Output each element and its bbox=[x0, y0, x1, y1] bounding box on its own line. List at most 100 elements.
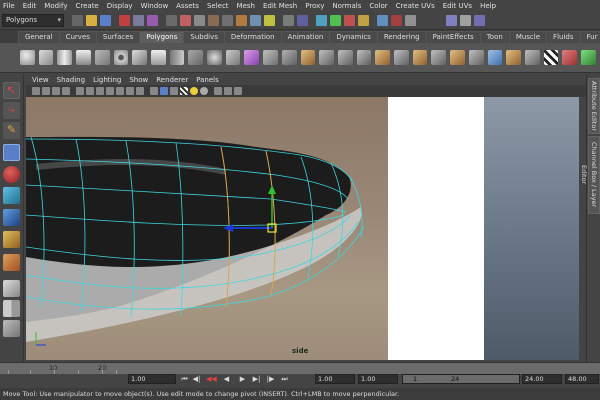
save-scene-icon[interactable] bbox=[100, 14, 111, 26]
menu-display[interactable]: Display bbox=[107, 2, 133, 10]
shelf-tab-fluids[interactable]: Fluids bbox=[546, 31, 581, 43]
panel-menu-view[interactable]: View bbox=[32, 76, 49, 84]
play-forwards-icon[interactable]: ▶ bbox=[238, 375, 247, 384]
wireframe-icon[interactable] bbox=[150, 87, 158, 95]
open-scene-icon[interactable] bbox=[86, 14, 97, 26]
offset-edge-loop-icon[interactable] bbox=[506, 50, 521, 65]
select-by-rendering-icon[interactable] bbox=[250, 14, 261, 26]
menu-mesh[interactable]: Mesh bbox=[237, 2, 255, 10]
use-all-lights-icon[interactable] bbox=[190, 87, 198, 95]
menu-modify[interactable]: Modify bbox=[44, 2, 67, 10]
snap-to-grid-icon[interactable] bbox=[316, 14, 327, 26]
soccer-ball-icon[interactable] bbox=[207, 50, 222, 65]
shelf-tab-curves[interactable]: Curves bbox=[58, 31, 97, 43]
append-polygon-icon[interactable] bbox=[450, 50, 465, 65]
show-hide-attribute-editor-icon[interactable] bbox=[446, 14, 457, 26]
show-manipulator-tool-icon[interactable] bbox=[3, 254, 20, 271]
boolean-intersection-icon[interactable] bbox=[356, 50, 372, 65]
layout-persp-outliner-icon[interactable] bbox=[3, 320, 20, 337]
shelf-tab-rendering[interactable]: Rendering bbox=[376, 31, 427, 43]
poly-helix-icon[interactable] bbox=[188, 50, 204, 65]
smooth-shade-icon[interactable] bbox=[160, 87, 168, 95]
menu-edit-uvs[interactable]: Edit UVs bbox=[443, 2, 472, 10]
panel-menu-show[interactable]: Show bbox=[129, 76, 148, 84]
shelf-tab-deformation[interactable]: Deformation bbox=[223, 31, 282, 43]
scale-tool-icon[interactable] bbox=[3, 187, 20, 204]
ipr-render-icon[interactable] bbox=[391, 14, 402, 26]
select-by-surface-icon[interactable] bbox=[208, 14, 219, 26]
gate-mask-icon[interactable] bbox=[106, 87, 114, 95]
render-current-frame-icon[interactable] bbox=[377, 14, 388, 26]
universal-manipulator-icon[interactable] bbox=[3, 209, 20, 226]
playback-start-field[interactable]: 1.00 bbox=[358, 374, 398, 384]
bookmarks-icon[interactable] bbox=[52, 87, 60, 95]
select-by-dynamic-icon[interactable] bbox=[236, 14, 247, 26]
play-backwards-icon[interactable]: ◀ bbox=[222, 375, 231, 384]
shadows-icon[interactable] bbox=[200, 87, 208, 95]
snap-to-curve-icon[interactable] bbox=[330, 14, 341, 26]
resolution-gate-icon[interactable] bbox=[96, 87, 104, 95]
poly-cone-icon[interactable] bbox=[76, 50, 91, 65]
paint-select-tool-icon[interactable]: ✎ bbox=[3, 122, 20, 139]
select-by-handle-icon[interactable] bbox=[166, 14, 177, 26]
camera-attributes-icon[interactable] bbox=[42, 87, 50, 95]
step-back-key-icon[interactable]: ◀| bbox=[192, 375, 201, 384]
select-tool-icon[interactable]: ↖ bbox=[3, 82, 20, 99]
boolean-union-icon[interactable] bbox=[319, 50, 334, 65]
poly-cube-icon[interactable] bbox=[38, 50, 54, 65]
poly-pipe-icon[interactable] bbox=[169, 50, 185, 65]
move-tool-icon[interactable] bbox=[3, 144, 20, 161]
menu-edit[interactable]: Edit bbox=[23, 2, 37, 10]
select-by-joint-icon[interactable] bbox=[180, 14, 191, 26]
select-component-icon[interactable] bbox=[147, 14, 158, 26]
rotate-tool-icon[interactable] bbox=[3, 166, 20, 183]
isolate-select-icon[interactable] bbox=[224, 87, 232, 95]
select-by-misc-icon[interactable] bbox=[264, 14, 275, 26]
poly-pyramid-icon[interactable] bbox=[150, 50, 166, 65]
select-by-deformation-icon[interactable] bbox=[222, 14, 233, 26]
bevel-icon[interactable] bbox=[524, 50, 540, 65]
playback-end-field[interactable]: 24.00 bbox=[522, 374, 562, 384]
safe-title-icon[interactable] bbox=[136, 87, 144, 95]
show-hide-channel-box-icon[interactable] bbox=[474, 14, 485, 26]
poly-plane-icon[interactable] bbox=[94, 50, 110, 65]
poly-prism-icon[interactable] bbox=[132, 50, 147, 65]
step-back-frame-icon[interactable]: ◀◀ bbox=[206, 375, 217, 384]
bridge-icon[interactable] bbox=[431, 50, 447, 65]
layout-single-pane-icon[interactable] bbox=[3, 280, 20, 297]
menu-set-dropdown[interactable]: Polygons bbox=[2, 13, 64, 27]
safe-action-icon[interactable] bbox=[126, 87, 134, 95]
select-object-icon[interactable] bbox=[133, 14, 144, 26]
poly-sphere-icon[interactable] bbox=[20, 50, 35, 65]
field-chart-icon[interactable] bbox=[116, 87, 124, 95]
image-plane-icon[interactable] bbox=[62, 87, 70, 95]
select-by-curve-icon[interactable] bbox=[194, 14, 205, 26]
channel-box-layer-editor-tab[interactable]: Channel Box / Layer Editor bbox=[580, 136, 600, 214]
show-hide-tool-settings-icon[interactable] bbox=[460, 14, 471, 26]
panel-menu-renderer[interactable]: Renderer bbox=[156, 76, 188, 84]
menu-window[interactable]: Window bbox=[141, 2, 169, 10]
select-hierarchy-icon[interactable] bbox=[119, 14, 130, 26]
platonic-solid-icon[interactable] bbox=[225, 50, 241, 65]
snap-to-view-plane-icon[interactable] bbox=[358, 14, 369, 26]
menu-create-uvs[interactable]: Create UVs bbox=[396, 2, 435, 10]
split-polygon-icon[interactable] bbox=[468, 50, 484, 65]
film-gate-icon[interactable] bbox=[86, 87, 94, 95]
lasso-tool-icon[interactable]: ⤷ bbox=[3, 102, 20, 119]
time-slider[interactable]: 10 20 bbox=[0, 362, 600, 374]
panel-menu-panels[interactable]: Panels bbox=[196, 76, 219, 84]
animation-end-field[interactable]: 48.00 bbox=[565, 374, 599, 384]
go-to-start-icon[interactable]: ⏮ bbox=[180, 375, 189, 384]
step-forward-frame-icon[interactable]: ▶| bbox=[252, 375, 261, 384]
insert-edge-loop-icon[interactable] bbox=[487, 50, 503, 65]
playback-range-slider[interactable]: 1 24 bbox=[402, 374, 520, 384]
highlight-selection-icon[interactable] bbox=[297, 14, 308, 26]
shelf-tab-general[interactable]: General bbox=[18, 31, 60, 43]
panel-menu-shading[interactable]: Shading bbox=[57, 76, 85, 84]
shelf-tab-painteffects[interactable]: PaintEffects bbox=[425, 31, 481, 43]
panel-menu-lighting[interactable]: Lighting bbox=[93, 76, 121, 84]
new-scene-icon[interactable] bbox=[72, 14, 83, 26]
shelf-tab-polygons[interactable]: Polygons bbox=[139, 31, 185, 43]
separate-icon[interactable] bbox=[263, 50, 278, 65]
lock-selection-icon[interactable] bbox=[283, 14, 294, 26]
